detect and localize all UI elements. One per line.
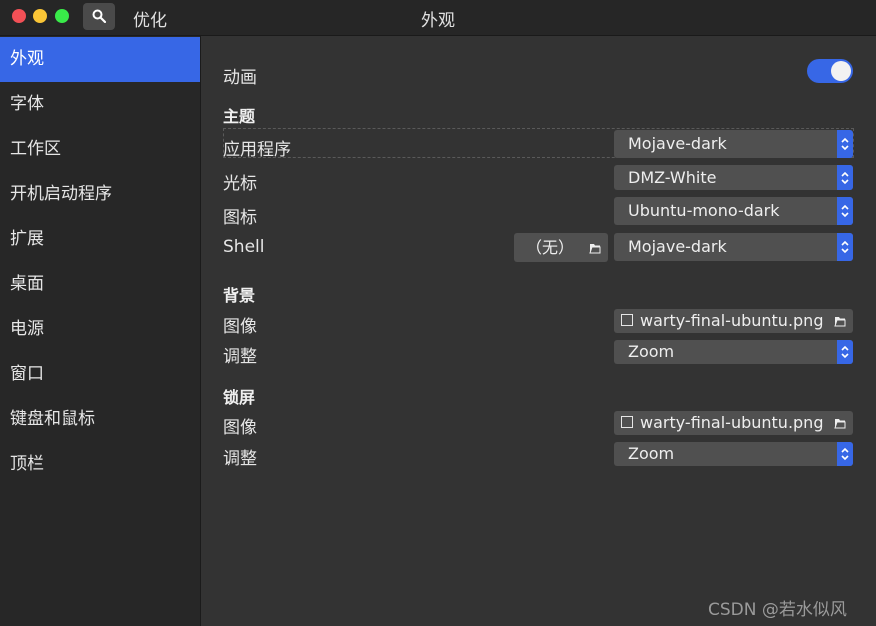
animation-toggle[interactable]	[807, 59, 853, 83]
app-title: 优化	[133, 11, 167, 31]
combo-arrow	[837, 233, 853, 261]
appearance-panel: 动画 主题 应用程序 Mojave-dark 光标 DMZ-White 图标 U…	[201, 36, 876, 626]
background-adjustment-value: Zoom	[628, 342, 675, 361]
background-adjustment-combo[interactable]: Zoom	[614, 340, 853, 364]
applications-theme-combo[interactable]: Mojave-dark	[614, 130, 853, 158]
applications-label: 应用程序	[223, 140, 291, 160]
lock-screen-image-value: warty-final-ubuntu.png	[640, 413, 824, 432]
image-file-icon	[621, 314, 633, 326]
window-title: 外观	[421, 11, 455, 31]
sidebar-item-top-bar[interactable]: 顶栏	[0, 442, 200, 487]
combo-arrow	[837, 197, 853, 225]
cursor-theme-value: DMZ-White	[628, 168, 717, 187]
cursor-theme-combo[interactable]: DMZ-White	[614, 165, 853, 190]
sidebar-item-windows[interactable]: 窗口	[0, 352, 200, 397]
lock-screen-adjustment-value: Zoom	[628, 444, 675, 463]
sidebar-item-startup-applications[interactable]: 开机启动程序	[0, 172, 200, 217]
background-image-file-button[interactable]: warty-final-ubuntu.png	[614, 309, 853, 333]
sidebar-item-keyboard-mouse[interactable]: 键盘和鼠标	[0, 397, 200, 442]
lock-screen-adjustment-combo[interactable]: Zoom	[614, 442, 853, 466]
combo-arrow	[837, 340, 853, 364]
lock-screen-image-file-button[interactable]: warty-final-ubuntu.png	[614, 411, 853, 435]
sidebar-item-desktop[interactable]: 桌面	[0, 262, 200, 307]
lock-screen-image-label: 图像	[223, 418, 257, 438]
cursor-label: 光标	[223, 174, 257, 194]
icons-label: 图标	[223, 208, 257, 228]
tweaks-window: 优化 外观 外观 字体 工作区 开机启动程序 扩展 桌面 电源 窗口 键盘和鼠标…	[0, 0, 876, 626]
updown-chevron-icon	[841, 345, 849, 359]
background-image-value: warty-final-ubuntu.png	[640, 311, 824, 330]
document-open-icon	[589, 244, 601, 254]
icons-theme-combo[interactable]: Ubuntu-mono-dark	[614, 197, 853, 225]
sidebar-item-appearance[interactable]: 外观	[0, 37, 200, 82]
updown-chevron-icon	[841, 171, 849, 185]
watermark: CSDN @若水似风	[708, 600, 847, 620]
image-file-icon	[621, 416, 633, 428]
sidebar: 外观 字体 工作区 开机启动程序 扩展 桌面 电源 窗口 键盘和鼠标 顶栏	[0, 36, 201, 626]
sidebar-item-power[interactable]: 电源	[0, 307, 200, 352]
updown-chevron-icon	[841, 137, 849, 151]
lock-screen-heading: 锁屏	[223, 388, 256, 407]
search-icon	[92, 9, 106, 23]
sidebar-item-workspaces[interactable]: 工作区	[0, 127, 200, 172]
combo-arrow	[837, 130, 853, 158]
applications-theme-value: Mojave-dark	[628, 134, 727, 153]
document-open-icon	[834, 317, 846, 327]
lock-screen-adjustment-label: 调整	[223, 449, 257, 469]
titlebar: 优化 外观	[0, 0, 876, 36]
maximize-button[interactable]	[55, 9, 69, 23]
search-button[interactable]	[83, 3, 115, 30]
background-adjustment-label: 调整	[223, 347, 257, 367]
shell-theme-combo[interactable]: Mojave-dark	[614, 233, 853, 261]
themes-heading: 主题	[223, 107, 256, 126]
combo-arrow	[837, 165, 853, 190]
animation-label: 动画	[223, 68, 257, 88]
background-image-label: 图像	[223, 317, 257, 337]
icons-theme-value: Ubuntu-mono-dark	[628, 201, 780, 220]
close-button[interactable]	[12, 9, 26, 23]
updown-chevron-icon	[841, 204, 849, 218]
document-open-icon	[834, 419, 846, 429]
sidebar-item-fonts[interactable]: 字体	[0, 82, 200, 127]
minimize-button[interactable]	[33, 9, 47, 23]
sidebar-item-extensions[interactable]: 扩展	[0, 217, 200, 262]
shell-none-value: （无）	[526, 238, 575, 257]
toggle-knob	[831, 61, 851, 81]
shell-theme-value: Mojave-dark	[628, 237, 727, 256]
shell-file-button[interactable]: （无）	[514, 233, 608, 262]
background-heading: 背景	[223, 286, 256, 305]
shell-label: Shell	[223, 237, 265, 257]
updown-chevron-icon	[841, 240, 849, 254]
combo-arrow	[837, 442, 853, 466]
updown-chevron-icon	[841, 447, 849, 461]
